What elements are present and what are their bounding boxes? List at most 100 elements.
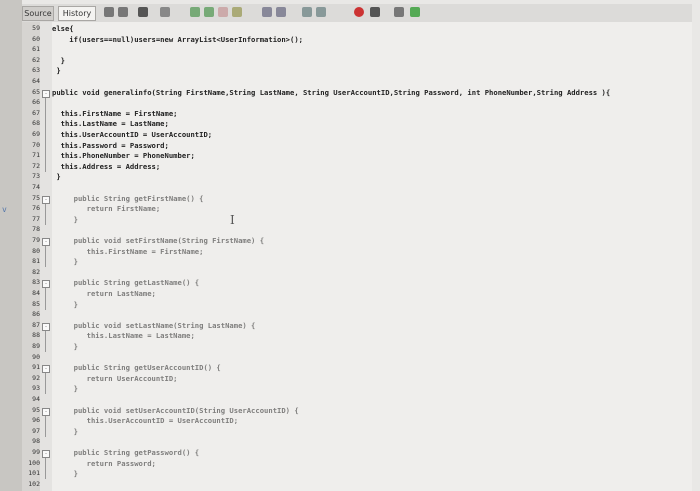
code-line[interactable]: this.UserAccountID = UserAccountID; — [52, 130, 212, 139]
bookmark-icon[interactable] — [232, 7, 242, 17]
code-line[interactable]: } — [52, 172, 60, 181]
line-number: 62 — [32, 55, 40, 64]
line-number: 77 — [32, 214, 40, 223]
find-prev-icon[interactable] — [190, 7, 200, 17]
toggle-icon[interactable] — [138, 7, 148, 17]
code-line[interactable]: this.PhoneNumber = PhoneNumber; — [52, 151, 195, 160]
code-line[interactable]: } — [52, 215, 78, 224]
code-line[interactable]: } — [52, 469, 78, 478]
code-line[interactable]: this.FirstName = FirstName; — [52, 247, 204, 256]
code-line[interactable]: else{ — [52, 24, 74, 33]
line-number: 84 — [32, 289, 40, 297]
code-line[interactable]: } — [52, 300, 78, 309]
tab-source[interactable]: Source — [22, 6, 54, 21]
fold-guide-line — [45, 97, 46, 172]
code-line[interactable]: this.Password = Password; — [52, 141, 169, 150]
line-number: 91 — [32, 363, 40, 372]
code-line[interactable]: public void setFirstName(String FirstNam… — [52, 236, 264, 245]
tab-history[interactable]: History — [58, 6, 96, 21]
line-number: 59 — [32, 24, 40, 32]
line-number: 61 — [32, 45, 40, 54]
line-number: 99 — [32, 448, 40, 456]
code-line[interactable]: public String getPassword() { — [52, 448, 200, 457]
line-number: 70 — [32, 140, 40, 149]
code-line[interactable]: this.LastName = LastName; — [52, 119, 169, 128]
shift-right-icon[interactable] — [276, 7, 286, 17]
fold-guide-line — [45, 458, 46, 480]
code-line[interactable]: } — [52, 384, 78, 393]
line-number: 82 — [32, 267, 40, 276]
code-line[interactable]: this.LastName = LastName; — [52, 331, 195, 340]
side-marker-icon: v — [2, 205, 7, 214]
code-editor[interactable]: else{ if(users==null)users=new ArrayList… — [52, 22, 692, 491]
line-number: 67 — [32, 108, 40, 117]
search-icon[interactable] — [160, 7, 170, 17]
line-number: 85 — [32, 299, 40, 308]
run-icon[interactable] — [410, 7, 420, 17]
fold-toggle-icon[interactable]: - — [42, 195, 50, 204]
fold-toggle-icon[interactable]: - — [42, 450, 50, 458]
code-line[interactable]: return LastName; — [52, 289, 156, 298]
code-line[interactable]: return UserAccountID; — [52, 374, 178, 383]
line-number: 65 — [32, 87, 40, 96]
desk-background: v — [0, 0, 22, 491]
code-line[interactable]: this.UserAccountID = UserAccountID; — [52, 416, 238, 425]
comment-icon[interactable] — [302, 7, 312, 17]
line-number: 69 — [32, 130, 40, 138]
code-line[interactable]: public void setLastName(String LastName)… — [52, 321, 256, 330]
fold-toggle-icon[interactable]: - — [42, 238, 50, 246]
code-line[interactable]: } — [52, 66, 60, 75]
code-line[interactable]: public void generalinfo(String FirstName… — [52, 88, 610, 97]
fold-guide-line — [45, 373, 46, 395]
stop-icon[interactable] — [370, 7, 380, 17]
shift-left-icon[interactable] — [262, 7, 272, 17]
line-number: 60 — [32, 34, 40, 43]
fold-toggle-icon[interactable]: - — [42, 280, 50, 289]
code-line[interactable]: } — [52, 427, 78, 436]
code-line[interactable]: } — [52, 56, 65, 65]
line-number: 87 — [32, 320, 40, 329]
code-line[interactable]: } — [52, 257, 78, 266]
line-number: 78 — [32, 225, 40, 234]
line-number: 72 — [32, 161, 40, 170]
code-line[interactable]: if(users==null)users=new ArrayList<UserI… — [52, 35, 303, 44]
line-number: 101 — [28, 469, 40, 478]
line-number: 81 — [32, 257, 40, 266]
fold-toggle-icon[interactable]: - — [42, 89, 50, 98]
line-number: 71 — [32, 151, 40, 160]
code-line[interactable]: return FirstName; — [52, 204, 161, 213]
line-number: 90 — [32, 352, 40, 361]
uncomment-icon[interactable] — [316, 7, 326, 17]
record-icon[interactable] — [354, 7, 364, 17]
fold-guide-line — [45, 288, 46, 310]
code-line[interactable]: public String getUserAccountID() { — [52, 363, 221, 372]
fold-toggle-icon[interactable]: - — [42, 322, 50, 331]
line-number: 83 — [32, 278, 40, 287]
line-number: 94 — [32, 395, 40, 403]
highlight-icon[interactable] — [218, 7, 228, 17]
code-line[interactable]: public String getFirstName() { — [52, 194, 204, 203]
line-number: 74 — [32, 183, 40, 191]
fold-guide-line — [45, 246, 46, 268]
code-line[interactable]: public void setUserAccountID(String User… — [52, 406, 299, 415]
back-icon[interactable] — [104, 7, 114, 17]
code-line[interactable]: this.Address = Address; — [52, 162, 161, 171]
line-number: 66 — [32, 98, 40, 107]
line-number: 88 — [32, 331, 40, 340]
code-line[interactable]: public String getLastName() { — [52, 278, 200, 287]
find-next-icon[interactable] — [204, 7, 214, 17]
line-number: 97 — [32, 426, 40, 435]
code-line[interactable]: this.FirstName = FirstName; — [52, 109, 178, 118]
line-number: 80 — [32, 246, 40, 255]
code-line[interactable]: } — [52, 342, 78, 351]
line-number: 64 — [32, 77, 40, 85]
fold-guide-line — [45, 330, 46, 352]
chart-icon[interactable] — [394, 7, 404, 17]
line-number: 98 — [32, 437, 40, 446]
line-number: 96 — [32, 416, 40, 425]
forward-icon[interactable] — [118, 7, 128, 17]
fold-toggle-icon[interactable]: - — [42, 407, 50, 416]
code-line[interactable]: return Password; — [52, 459, 156, 468]
editor-window: v Source History 59 60 61 62 63 64 65 66 67 68 69 7… — [0, 0, 700, 491]
fold-toggle-icon[interactable]: - — [42, 365, 50, 374]
